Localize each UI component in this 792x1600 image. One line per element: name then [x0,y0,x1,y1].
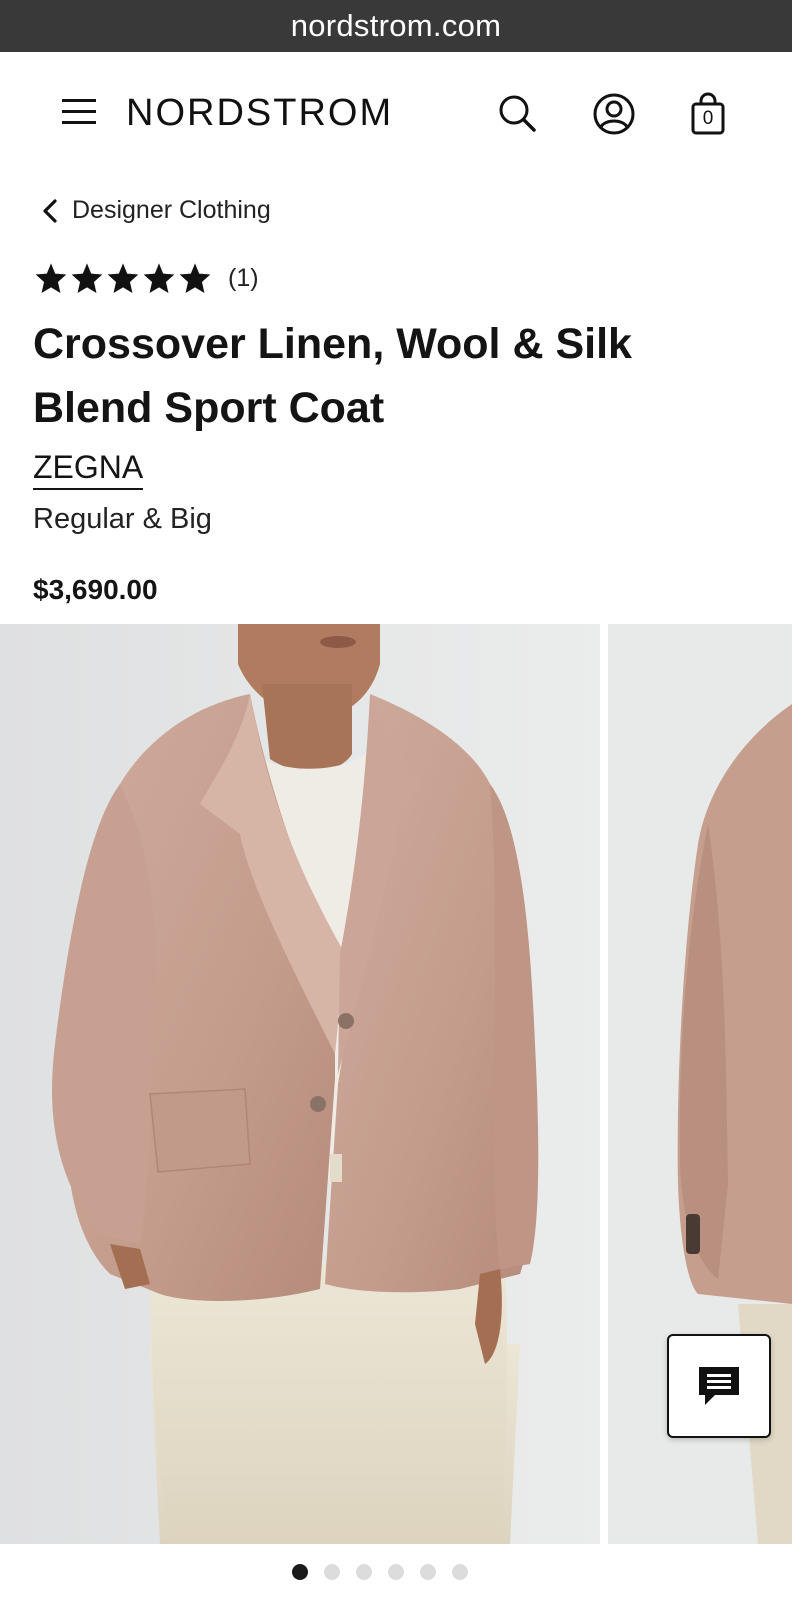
fit-label: Regular & Big [33,503,212,535]
carousel-dot-active[interactable] [292,1564,308,1580]
search-icon[interactable] [496,92,540,136]
brand-link[interactable]: ZEGNA [33,448,144,490]
model-photo [0,624,600,1544]
product-rating[interactable]: (1) [34,262,259,294]
nordstrom-logo[interactable]: NORDSTROM [126,92,393,135]
carousel-dot[interactable] [356,1564,372,1580]
url-text: nordstrom.com [290,8,502,43]
star-icon [107,263,139,294]
product-price: $3,690.00 [33,574,158,605]
bag-count: 0 [702,108,714,129]
star-icon [71,263,103,294]
star-icon [179,263,211,294]
product-image-main[interactable] [0,624,600,1544]
account-icon[interactable] [592,92,636,136]
chevron-left-icon [43,198,57,223]
carousel-dot[interactable] [324,1564,340,1580]
product-title: Crossover Linen, Wool & Silk Blend Sport… [33,320,632,432]
review-count: (1) [228,263,259,292]
star-icon [143,263,175,294]
carousel-pagination [292,1564,468,1580]
carousel-dot[interactable] [420,1564,436,1580]
carousel-dot[interactable] [388,1564,404,1580]
breadcrumb[interactable]: Designer Clothing [42,196,271,225]
shopping-bag-button[interactable]: 0 [690,92,726,136]
breadcrumb-label: Designer Clothing [72,196,271,224]
star-rating [34,262,212,294]
star-icon [35,263,67,294]
url-bar[interactable]: nordstrom.com [0,0,792,52]
chat-button[interactable] [667,1334,771,1438]
site-header: NORDSTROM 0 [0,52,792,182]
menu-icon[interactable] [60,94,100,128]
carousel-dot[interactable] [452,1564,468,1580]
chat-icon [699,1367,739,1405]
